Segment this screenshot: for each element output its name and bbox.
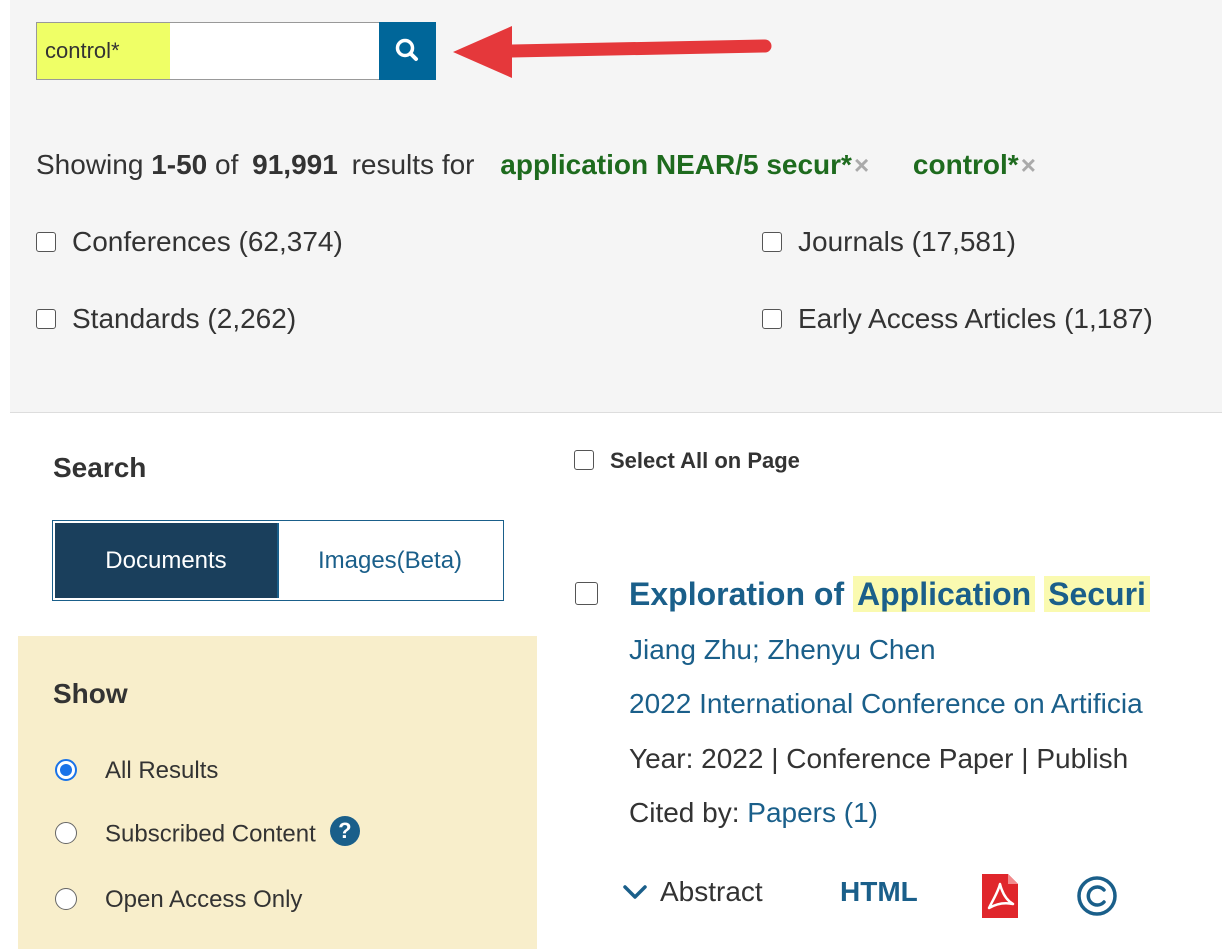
- facet-conferences[interactable]: Conferences (62,374): [36, 225, 343, 259]
- show-option-all-results[interactable]: All Results: [55, 757, 218, 785]
- select-all-on-page[interactable]: Select All on Page: [574, 448, 800, 474]
- remove-term-icon[interactable]: ×: [854, 150, 869, 180]
- search-term-chip: application NEAR/5 secur*: [500, 149, 852, 180]
- facet-checkbox[interactable]: [762, 231, 782, 252]
- result-title-link[interactable]: Exploration of Application Securi: [629, 574, 1150, 614]
- facet-checkbox[interactable]: [36, 308, 56, 329]
- facet-checkbox[interactable]: [762, 308, 782, 329]
- abstract-label: Abstract: [660, 876, 763, 907]
- facet-label: Journals (17,581): [798, 226, 1016, 257]
- html-link[interactable]: HTML: [840, 876, 918, 908]
- title-highlight: Securi: [1044, 576, 1150, 612]
- search-input[interactable]: [36, 22, 380, 80]
- results-count-line: Showing 1-50 of 91,991 results for appli…: [36, 148, 1036, 182]
- radio-unselected[interactable]: [55, 822, 77, 844]
- facet-label: Standards (2,262): [72, 303, 297, 334]
- search-heading: Search: [53, 452, 147, 483]
- red-arrow-icon: [453, 26, 772, 78]
- facet-checkbox[interactable]: [36, 231, 56, 252]
- result-venue-link[interactable]: 2022 International Conference on Artific…: [629, 688, 1143, 720]
- facet-label: Conferences (62,374): [72, 226, 343, 257]
- search-button[interactable]: [379, 22, 436, 80]
- facet-early-access[interactable]: Early Access Articles (1,187): [762, 302, 1153, 336]
- tab-documents[interactable]: Documents: [55, 523, 277, 598]
- show-option-open-access[interactable]: Open Access Only: [55, 886, 302, 914]
- search-term-chip: control*: [912, 149, 1019, 180]
- cited-by-papers-link[interactable]: Papers (1): [747, 797, 878, 828]
- help-icon[interactable]: ?: [329, 816, 360, 846]
- facet-standards[interactable]: Standards (2,262): [36, 302, 296, 336]
- facet-label: Early Access Articles (1,187): [798, 303, 1153, 334]
- results-of: of: [215, 149, 239, 180]
- title-text: Exploration of: [629, 576, 845, 612]
- select-all-checkbox[interactable]: [574, 450, 594, 471]
- title-highlight: Application: [853, 576, 1036, 612]
- showing-prefix: Showing: [36, 149, 144, 180]
- show-heading: Show: [53, 678, 128, 709]
- result-cited-by: Cited by: Papers (1): [629, 797, 878, 829]
- option-label: Open Access Only: [105, 886, 303, 913]
- results-for-label: results for: [351, 149, 475, 180]
- radio-unselected[interactable]: [55, 887, 77, 910]
- facet-journals[interactable]: Journals (17,581): [762, 225, 1016, 259]
- option-label: Subscribed Content: [105, 820, 316, 848]
- result-meta: Year: 2022 | Conference Paper | Publish: [629, 743, 1129, 774]
- result-checkbox[interactable]: [575, 582, 598, 605]
- copyright-icon[interactable]: [1075, 874, 1119, 918]
- remove-term-icon[interactable]: ×: [1021, 150, 1036, 180]
- cited-by-label: Cited by:: [629, 797, 740, 828]
- abstract-toggle[interactable]: Abstract: [622, 876, 763, 908]
- pdf-icon[interactable]: [980, 872, 1020, 920]
- show-option-subscribed[interactable]: Subscribed Content?: [55, 816, 360, 850]
- option-label: All Results: [105, 757, 219, 784]
- radio-selected[interactable]: [55, 758, 77, 781]
- search-icon: [395, 38, 418, 61]
- result-authors[interactable]: Jiang Zhu; Zhenyu Chen: [629, 634, 936, 666]
- results-range: 1-50: [151, 149, 208, 180]
- chevron-down-icon: [623, 884, 647, 899]
- tab-images-beta[interactable]: Images(Beta): [279, 523, 501, 598]
- results-total: 91,991: [252, 149, 338, 180]
- select-all-label: Select All on Page: [610, 448, 800, 473]
